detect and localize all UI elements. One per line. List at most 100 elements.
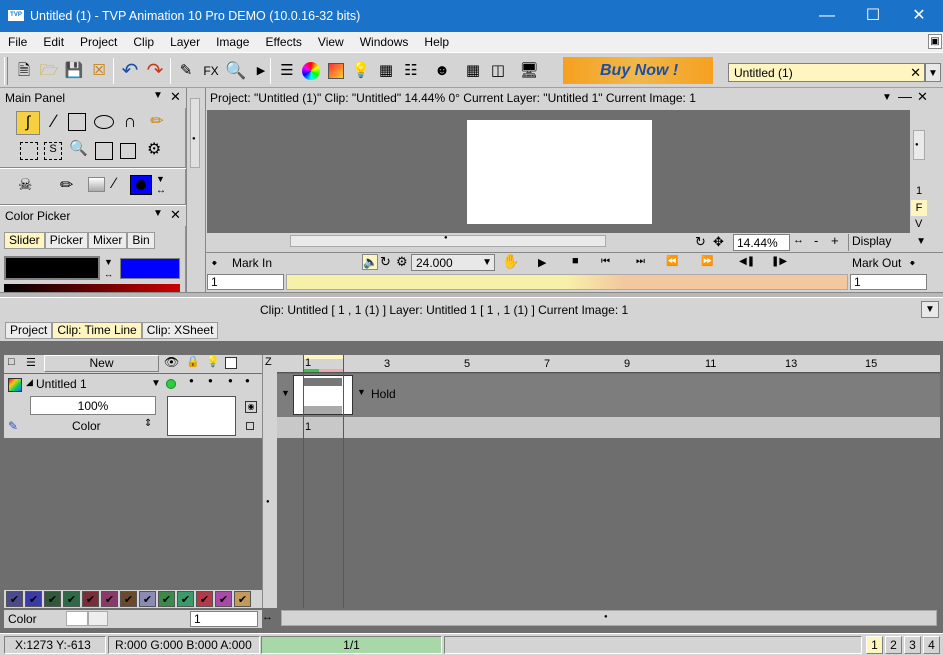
close-button[interactable]: ✕ xyxy=(896,0,942,32)
lock-icon[interactable]: 🔒 xyxy=(186,355,200,368)
clip-info-chevron-down-icon[interactable]: ▼ xyxy=(921,301,939,318)
layer-lock-dot-icon[interactable]: ● xyxy=(189,376,194,385)
rotate-icon[interactable]: ↻ xyxy=(695,234,706,250)
menu-project[interactable]: Project xyxy=(72,32,125,52)
layer-chevron-down-icon[interactable]: ▼ xyxy=(151,378,161,389)
color-swatch-12[interactable]: ✔ xyxy=(215,591,232,607)
close-project-icon[interactable]: ☒ xyxy=(87,59,111,83)
maximize-button[interactable]: ☐ xyxy=(850,0,896,32)
first-frame-icon[interactable]: ⏮ xyxy=(601,256,610,267)
menu-effects[interactable]: Effects xyxy=(257,32,309,52)
color-swatch-5[interactable]: ✔ xyxy=(82,591,99,607)
menu-windows[interactable]: Windows xyxy=(352,32,417,52)
mark-out-field[interactable] xyxy=(850,274,927,290)
color-swatch-7[interactable]: ✔ xyxy=(120,591,137,607)
layer-mask-icon[interactable]: ◉ xyxy=(245,401,257,413)
display-dropdown[interactable]: Display ▼ xyxy=(848,234,928,251)
crop-tool-icon[interactable] xyxy=(120,143,136,159)
layer-pencil-icon[interactable]: ✎ xyxy=(8,419,18,433)
page-button-4[interactable]: 4 xyxy=(923,636,940,654)
center-view-icon[interactable]: ✥ xyxy=(713,234,724,250)
mark-in-field[interactable] xyxy=(207,274,284,290)
play-icon[interactable]: ▶ xyxy=(538,256,546,269)
viewport-chevron-down-icon[interactable]: ▼ xyxy=(882,92,892,103)
color-swatch-4[interactable]: ✔ xyxy=(63,591,80,607)
project-dropdown-chevron-down-icon[interactable]: ▼ xyxy=(925,63,941,82)
layer-small-square-icon[interactable] xyxy=(246,422,254,430)
grid-snap-icon[interactable]: ☷ xyxy=(399,59,423,83)
menu-layer[interactable]: Layer xyxy=(162,32,208,52)
frame-number-field[interactable] xyxy=(190,611,258,627)
color-swatch-11[interactable]: ✔ xyxy=(196,591,213,607)
layers-icon[interactable]: ☰ xyxy=(275,59,299,83)
gradient-icon[interactable] xyxy=(324,59,348,83)
timeline-hscroll-arrows-icon[interactable]: ↔ xyxy=(262,611,273,623)
tab-mixer[interactable]: Mixer xyxy=(88,232,128,249)
select-shape-icon[interactable]: S xyxy=(44,142,62,160)
calculator-icon[interactable]: ▦ xyxy=(374,59,398,83)
menu-edit[interactable]: Edit xyxy=(35,32,72,52)
image-frame-thumbnail[interactable] xyxy=(293,375,353,415)
last-frame-icon[interactable]: ⏭ xyxy=(636,256,645,267)
layer-opacity-field[interactable] xyxy=(30,396,156,415)
layer-collapse-icon[interactable]: ◢ xyxy=(26,377,33,388)
brush-tools-icon[interactable]: ✎ xyxy=(174,59,198,83)
project-close-icon[interactable]: ✕ xyxy=(910,65,921,81)
tab-picker[interactable]: Picker xyxy=(44,232,89,249)
table-grid-icon[interactable]: ▦ xyxy=(461,59,485,83)
menu-view[interactable]: View xyxy=(310,32,352,52)
menu-restore-icon[interactable]: ▣ xyxy=(928,34,942,49)
zoom-out-icon[interactable]: - xyxy=(814,233,818,248)
side-label-1[interactable]: 1 xyxy=(916,185,922,197)
undo-icon[interactable]: ↶ xyxy=(118,59,142,83)
mark-out-label[interactable]: Mark Out xyxy=(852,256,901,270)
redo-icon[interactable]: ↷ xyxy=(143,59,167,83)
lightbulb-icon[interactable]: 💡 xyxy=(349,59,373,83)
page-button-1[interactable]: 1 xyxy=(866,636,883,654)
menu-clip[interactable]: Clip xyxy=(125,32,162,52)
color-picker-close-icon[interactable]: ✕ xyxy=(170,207,181,223)
color-mode-swatch[interactable] xyxy=(66,611,88,626)
zoom-in-icon[interactable]: + xyxy=(831,233,839,248)
layer-color-icon[interactable] xyxy=(8,378,22,392)
project-selector[interactable]: Untitled (1) ✕ xyxy=(728,63,925,82)
canvas-image[interactable] xyxy=(467,120,652,224)
color-picker-chevron-down-icon[interactable]: ▼ xyxy=(153,208,163,219)
panel-splitter[interactable] xyxy=(0,292,943,298)
paper-tool-icon[interactable] xyxy=(88,177,105,192)
stop-icon[interactable]: ■ xyxy=(572,255,579,267)
timeline-divider-scroll[interactable]: Z ● xyxy=(262,355,277,608)
color-swatch-8[interactable]: ✔ xyxy=(139,591,156,607)
loop-icon[interactable]: ↻ xyxy=(380,254,391,270)
new-layer-button[interactable]: New xyxy=(44,355,159,372)
color-swatch-6[interactable]: ✔ xyxy=(101,591,118,607)
color-swatch-10[interactable]: ✔ xyxy=(177,591,194,607)
lightbulb-header-icon[interactable]: 💡 xyxy=(206,355,220,368)
rectangle-tool-icon[interactable] xyxy=(68,113,86,131)
hand-icon[interactable]: ✋ xyxy=(502,253,519,270)
page-button-2[interactable]: 2 xyxy=(885,636,902,654)
color-mode-swatch-2[interactable] xyxy=(88,611,108,626)
sound-icon[interactable]: 🔈 xyxy=(362,254,378,270)
hold-label[interactable]: Hold xyxy=(371,387,396,401)
current-color-swatch[interactable] xyxy=(130,175,152,195)
fx-button[interactable]: FX xyxy=(199,59,223,83)
minimize-button[interactable]: — xyxy=(804,0,850,32)
viewport-minimize-icon[interactable]: — xyxy=(898,88,912,104)
hold-chevron-down-icon[interactable]: ▼ xyxy=(357,387,366,397)
layer-stack-icon[interactable]: ☰ xyxy=(26,356,36,369)
zoom-arrows-icon[interactable]: ↔ xyxy=(793,234,804,246)
curve-tool-icon[interactable]: ∩ xyxy=(119,111,141,133)
color-swatch-2[interactable]: ✔ xyxy=(25,591,42,607)
select-magic-icon[interactable]: 🔍 xyxy=(69,139,89,161)
color-swatch-3[interactable]: ✔ xyxy=(44,591,61,607)
main-panel-close-icon[interactable]: ✕ xyxy=(170,89,181,105)
save-icon[interactable]: 💾 xyxy=(62,59,86,83)
layer-thumbnail-header-icon[interactable] xyxy=(225,357,237,369)
viewport-close-icon[interactable]: ✕ xyxy=(917,89,928,105)
new-layer-icon[interactable]: □ xyxy=(8,356,15,368)
color-swatch-13[interactable]: ✔ xyxy=(234,591,251,607)
layer-extra-dot-icon[interactable]: ● xyxy=(245,376,250,385)
monitor-icon[interactable]: 🖥 xyxy=(517,59,541,83)
swap-colors-icon[interactable]: ↔ xyxy=(156,185,166,196)
